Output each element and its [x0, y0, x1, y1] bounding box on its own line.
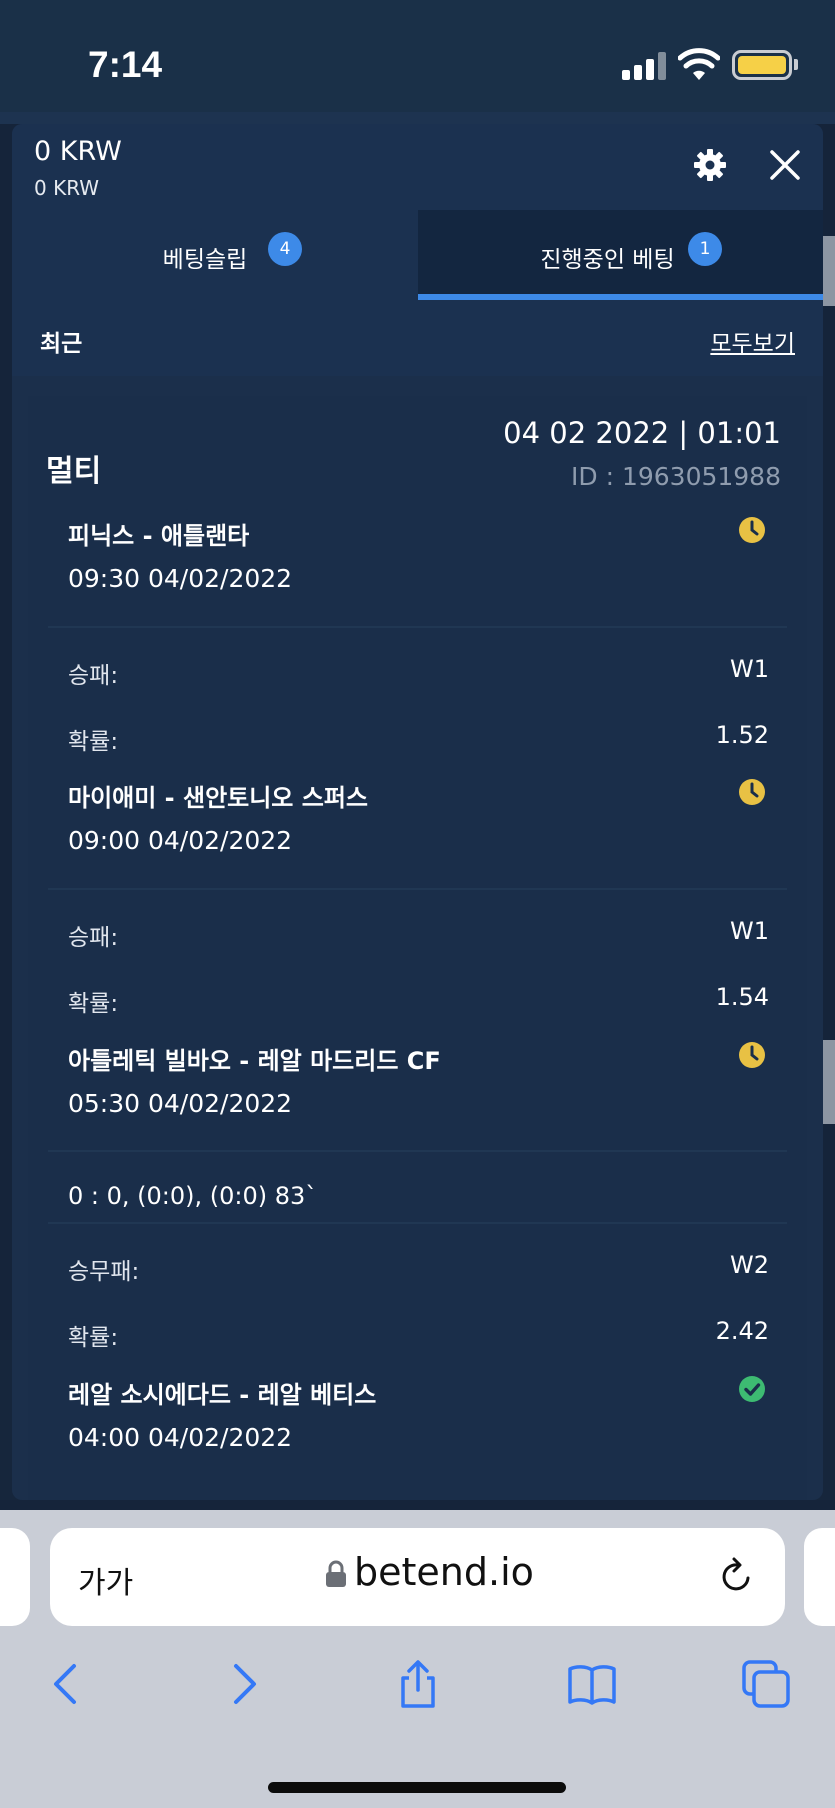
clock-icon: [739, 517, 765, 543]
tab-badge: 4: [268, 232, 302, 266]
forward-icon[interactable]: [218, 1658, 270, 1710]
tab-label: 베팅슬립: [12, 240, 418, 274]
balance: 0 KRW: [34, 136, 122, 167]
match-title: 마이애미 - 샌안토니오 스퍼스: [68, 784, 368, 812]
market-value: W1: [730, 655, 769, 683]
home-indicator: [268, 1782, 566, 1793]
divider: [48, 1222, 787, 1224]
background-strip: [0, 112, 835, 124]
check-icon: [739, 1376, 765, 1402]
tab-active-bets-label: 진행중인 베팅: [540, 247, 675, 273]
clock-icon: [739, 779, 765, 805]
divider: [48, 888, 787, 890]
market-value: W2: [730, 1251, 769, 1279]
tab-active-bets[interactable]: 진행중인 베팅 1: [418, 210, 823, 300]
battery-tip: [794, 59, 798, 70]
odds-label: 확률:: [68, 1325, 119, 1351]
match-title: 아틀레틱 빌바오 - 레알 마드리드 CF: [68, 1047, 441, 1075]
live-score: 0 : 0, (0:0), (0:0) 83`: [68, 1182, 318, 1210]
tab-label: 진행중인 베팅: [418, 240, 823, 274]
status-time: 7:14: [88, 44, 163, 85]
odds-value: 1.52: [715, 721, 769, 749]
previous-tab-preview[interactable]: [0, 1528, 30, 1626]
market-label: 승패:: [68, 925, 119, 951]
next-tab-preview[interactable]: [804, 1528, 835, 1626]
tabs-icon[interactable]: [740, 1658, 792, 1710]
match-time: 04:00 04/02/2022: [68, 1423, 293, 1452]
share-icon[interactable]: [392, 1658, 444, 1710]
see-all-link[interactable]: 모두보기: [710, 324, 795, 358]
bet-tabs: 베팅슬립 4 진행중인 베팅 1: [12, 210, 823, 300]
market-label: 승무패:: [68, 1259, 140, 1285]
bet-id: ID : 1963051988: [571, 462, 781, 491]
background-block: [823, 236, 835, 306]
match-title: 레알 소시에다드 - 레알 베티스: [68, 1381, 377, 1409]
tab-bet-slip-label: 베팅슬립: [162, 247, 248, 273]
clock-icon: [739, 1042, 765, 1068]
wifi-icon: [678, 48, 720, 80]
match-time: 09:30 04/02/2022: [68, 564, 293, 593]
lock-icon: [326, 1560, 346, 1587]
odds-label: 확률:: [68, 729, 119, 755]
balance-sub: 0 KRW: [34, 176, 100, 200]
recent-label: 최근: [40, 331, 83, 357]
bet-date: 04 02 2022 | 01:01: [503, 416, 781, 450]
tab-bet-slip[interactable]: 베팅슬립 4: [12, 210, 418, 300]
panel-header: 0 KRW 0 KRW: [12, 124, 823, 210]
market-value: W1: [730, 917, 769, 945]
url-text[interactable]: betend.io: [354, 1550, 534, 1594]
odds-value: 2.42: [715, 1317, 769, 1345]
background-block: [823, 1040, 835, 1124]
status-bar: 7:14: [0, 0, 835, 112]
market-label: 승패:: [68, 663, 119, 689]
match-title: 피닉스 - 애틀랜타: [68, 522, 250, 550]
bet-type: 멀티: [46, 454, 102, 489]
recent-bar: 최근 모두보기: [12, 300, 823, 376]
browser-toolbar: 가가 betend.io: [0, 1510, 835, 1808]
gear-icon[interactable]: [693, 148, 727, 182]
match-time: 05:30 04/02/2022: [68, 1089, 293, 1118]
bet-panel: 0 KRW 0 KRW 베팅슬립 4 진행중인 베팅 1 최근 모두보기 멀티 …: [12, 124, 823, 1500]
close-icon[interactable]: [768, 148, 802, 182]
back-icon[interactable]: [40, 1658, 92, 1710]
match-time: 09:00 04/02/2022: [68, 826, 293, 855]
divider: [48, 1150, 787, 1152]
tab-badge: 1: [688, 232, 722, 266]
odds-value: 1.54: [715, 983, 769, 1011]
address-bar[interactable]: 가가 betend.io: [50, 1528, 785, 1626]
battery-icon: [732, 50, 792, 80]
divider: [48, 626, 787, 628]
odds-label: 확률:: [68, 991, 119, 1017]
bet-card: 멀티 04 02 2022 | 01:01 ID : 1963051988 피닉…: [28, 396, 807, 1500]
cellular-signal-icon: [622, 52, 666, 80]
bookmarks-icon[interactable]: [566, 1658, 618, 1710]
text-size-button[interactable]: 가가: [78, 1558, 133, 1602]
reload-icon[interactable]: [716, 1556, 756, 1596]
